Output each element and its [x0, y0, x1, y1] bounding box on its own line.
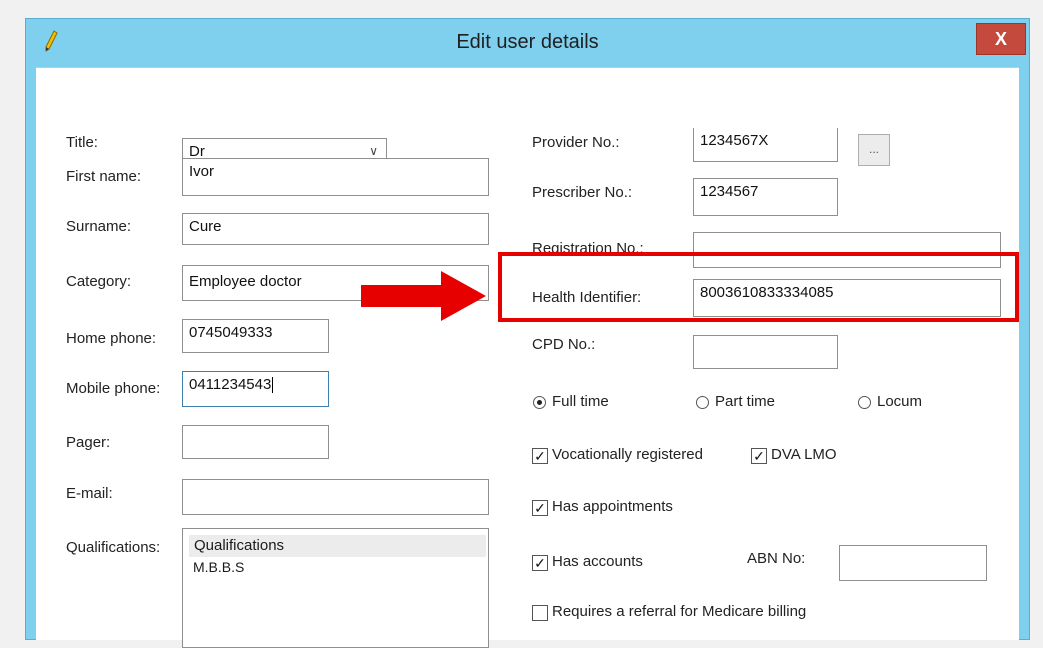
has-appointments-checkbox[interactable]: ✓	[532, 500, 548, 516]
category-select-value: Employee doctor	[189, 273, 302, 290]
qualifications-label: Qualifications:	[66, 539, 161, 556]
requires-referral-label: Requires a referral for Medicare billing	[552, 603, 807, 620]
qualifications-header: Qualifications	[189, 535, 486, 557]
health-identifier-label: Health Identifier:	[532, 289, 642, 306]
full-time-radio[interactable]	[533, 396, 546, 409]
cpd-no-field[interactable]	[693, 335, 838, 369]
full-time-label: Full time	[552, 393, 609, 410]
vocationally-registered-label: Vocationally registered	[552, 446, 703, 463]
window-title: Edit user details	[456, 31, 599, 53]
chevron-down-icon: ∨	[369, 144, 378, 158]
edit-user-details-window: Edit user details X Title: Dr ∨ First na…	[25, 18, 1030, 648]
dva-lmo-label: DVA LMO	[771, 446, 837, 463]
mobile-phone-value: 0411234543	[189, 376, 272, 393]
qualifications-list[interactable]: Qualifications M.B.B.S	[182, 528, 489, 648]
surname-label: Surname:	[66, 218, 132, 235]
part-time-label: Part time	[715, 393, 776, 410]
dva-lmo-checkbox[interactable]: ✓	[751, 448, 767, 464]
title-label: Title:	[66, 134, 98, 151]
qualification-item[interactable]: M.B.B.S	[193, 559, 244, 575]
red-arrow	[361, 271, 486, 321]
provider-browse-button[interactable]: ...	[858, 134, 890, 166]
requires-referral-checkbox[interactable]	[532, 605, 548, 621]
part-time-radio[interactable]	[696, 396, 709, 409]
provider-no-label: Provider No.:	[532, 134, 620, 151]
email-field[interactable]	[182, 479, 489, 515]
first-name-label: First name:	[66, 168, 142, 185]
health-identifier-field[interactable]: 8003610833334085	[693, 279, 1001, 317]
has-accounts-label: Has accounts	[552, 553, 643, 570]
text-caret	[272, 377, 274, 394]
mobile-phone-label: Mobile phone:	[66, 380, 161, 397]
vocationally-registered-checkbox[interactable]: ✓	[532, 448, 548, 464]
abn-no-label: ABN No:	[747, 550, 806, 567]
category-label: Category:	[66, 273, 132, 290]
close-button[interactable]: X	[976, 23, 1026, 55]
first-name-field[interactable]: Ivor	[182, 158, 489, 196]
abn-no-field[interactable]	[839, 545, 987, 581]
provider-no-field[interactable]: 1234567X	[693, 128, 838, 162]
pager-label: Pager:	[66, 434, 111, 451]
prescriber-no-field[interactable]: 1234567	[693, 178, 838, 216]
has-appointments-label: Has appointments	[552, 498, 673, 515]
home-phone-label: Home phone:	[66, 330, 157, 347]
mobile-phone-field[interactable]: 0411234543	[182, 371, 329, 407]
locum-radio[interactable]	[858, 396, 871, 409]
locum-label: Locum	[877, 393, 923, 410]
arrow-shape	[361, 271, 486, 321]
has-accounts-checkbox[interactable]: ✓	[532, 555, 548, 571]
form-area: Title: Dr ∨ First name: Ivor Surname: Cu…	[36, 67, 1019, 648]
prescriber-no-label: Prescriber No.:	[532, 184, 633, 201]
pager-field[interactable]	[182, 425, 329, 459]
cpd-no-label: CPD No.:	[532, 336, 596, 353]
title-bar[interactable]: Edit user details X	[26, 19, 1029, 67]
email-label: E-mail:	[66, 485, 113, 502]
home-phone-field[interactable]: 0745049333	[182, 319, 329, 353]
surname-field[interactable]: Cure	[182, 213, 489, 245]
